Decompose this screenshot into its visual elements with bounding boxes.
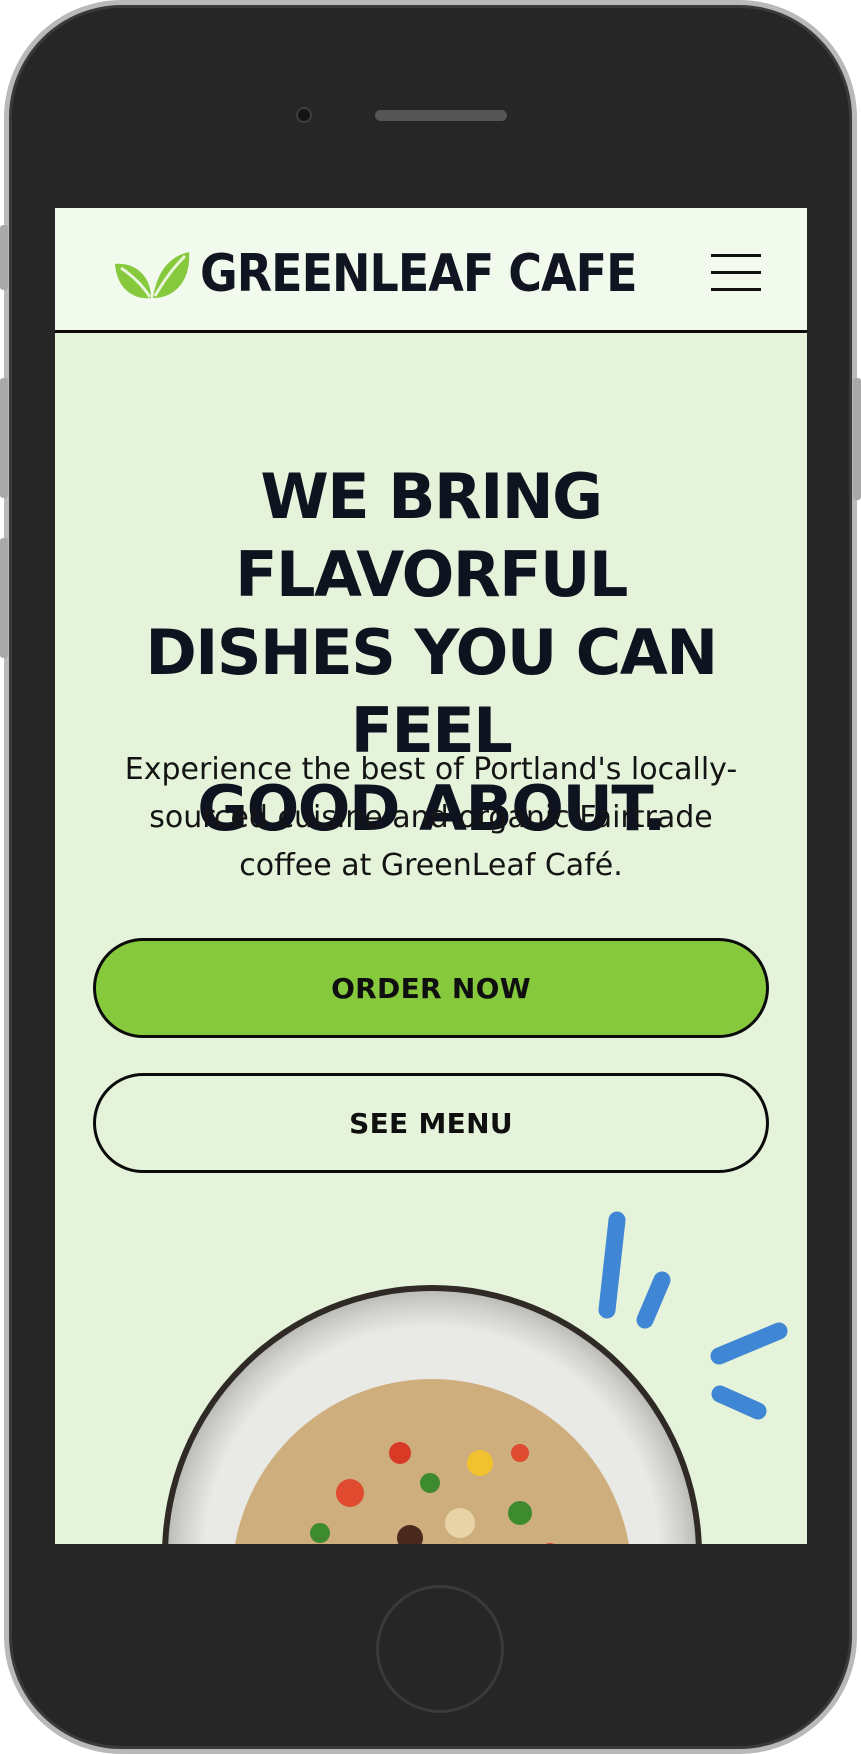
hero-subtitle: Experience the best of Portland's locall…	[95, 746, 767, 890]
front-camera	[296, 107, 312, 123]
speaker-grille	[375, 110, 507, 121]
order-now-button[interactable]: ORDER NOW	[93, 938, 769, 1038]
volume-up-button	[0, 378, 8, 498]
subtitle-line: Experience the best of Portland's locall…	[124, 752, 738, 787]
site-header: GREENLEAF CAFE	[55, 208, 807, 333]
hamburger-menu-icon[interactable]	[711, 252, 761, 292]
mute-switch	[0, 225, 8, 290]
volume-down-button	[0, 538, 8, 658]
leaf-icon[interactable]	[113, 248, 191, 300]
home-button[interactable]	[376, 1585, 504, 1713]
brand-name[interactable]: GREENLEAF CAFE	[200, 234, 637, 312]
power-button	[853, 378, 861, 500]
headline-line: WE BRING FLAVORFUL	[235, 460, 628, 611]
screen: GREENLEAF CAFE WE BRING FLAVORFUL DISHES…	[55, 208, 807, 1544]
see-menu-button[interactable]: SEE MENU	[93, 1073, 769, 1173]
grain-salad-bowl	[162, 1285, 702, 1544]
subtitle-line: sourced cuisine and organic Fairtrade	[149, 800, 713, 835]
subtitle-line: coffee at GreenLeaf Café.	[239, 848, 623, 883]
